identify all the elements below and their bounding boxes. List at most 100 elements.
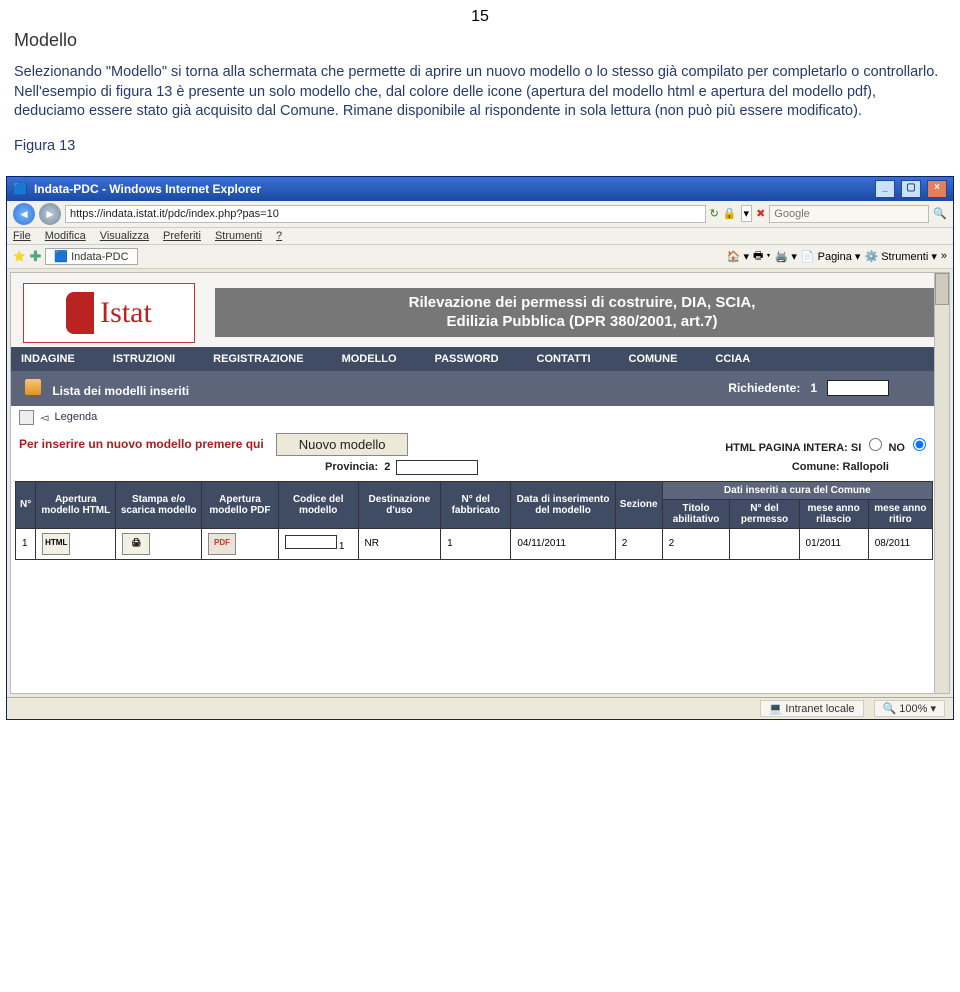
pdf-icon: PDF (208, 533, 236, 555)
menu-help[interactable]: ? (276, 230, 282, 242)
menu-modifica[interactable]: Modifica (45, 230, 86, 242)
cell-data: 04/11/2011 (511, 528, 615, 559)
col-dest: Destinazione d'uso (358, 481, 441, 528)
more-chevron-icon[interactable]: » (941, 250, 947, 262)
site-banner: Istat Rilevazione dei permessi di costru… (11, 273, 949, 347)
section-heading: Modello (14, 30, 960, 51)
cell-dest: NR (358, 528, 441, 559)
home-icon[interactable]: 🏠 ▾ (727, 250, 749, 263)
provincia-label: Provincia: (325, 461, 378, 473)
favorites-star-icon[interactable]: ★ (13, 248, 26, 265)
page-number: 15 (0, 8, 960, 26)
nav-contatti[interactable]: CONTATTI (537, 353, 591, 365)
html-intera-label: HTML PAGINA INTERA: (725, 442, 848, 454)
legend-checkbox-icon[interactable] (19, 410, 34, 425)
menu-bar: File Modifica Visualizza Preferiti Strum… (7, 228, 953, 245)
browser-window: 🟦 Indata-PDC - Windows Internet Explorer… (6, 176, 954, 720)
models-table: N° Apertura modello HTML Stampa e/o scar… (15, 481, 933, 560)
cell-codice: 1 (278, 528, 358, 559)
menu-file[interactable]: File (13, 230, 31, 242)
richiedente-blank (827, 380, 889, 396)
nav-cciaa[interactable]: CCIAA (715, 353, 750, 365)
zoom-icon[interactable]: 🔍 (883, 703, 897, 715)
refresh-icon[interactable]: ↻ (710, 207, 719, 220)
col-rilascio: mese anno rilascio (799, 499, 868, 528)
nav-comune[interactable]: COMUNE (629, 353, 678, 365)
col-data: Data di inserimento del modello (511, 481, 615, 528)
col-fabb: N° del fabbricato (441, 481, 511, 528)
cell-open-html[interactable]: HTML (36, 528, 116, 559)
tab-title: Indata-PDC (71, 251, 128, 263)
col-npermesso: N° del permesso (730, 499, 799, 528)
page-menu[interactable]: 📄 Pagina ▾ (801, 250, 861, 263)
provincia-prefix: 2 (384, 461, 390, 473)
html-icon: HTML (42, 533, 70, 555)
menu-strumenti[interactable]: Strumenti (215, 230, 262, 242)
internet-icon: 💻 (769, 703, 783, 715)
tabs-row: ★ ✚ 🟦 Indata-PDC 🏠 ▾ 🖶 ▾ 🖨️ ▾ 📄 Pagina ▾… (7, 245, 953, 269)
radio-si[interactable] (869, 438, 882, 451)
window-title: Indata-PDC - Windows Internet Explorer (34, 182, 261, 196)
address-input[interactable]: https://indata.istat.it/pdc/index.php?pa… (65, 205, 706, 223)
cell-print[interactable]: 🖨 (116, 528, 202, 559)
print-icon[interactable]: 🖨️ ▾ (775, 250, 797, 263)
radio-no-label: NO (888, 442, 905, 454)
stop-icon[interactable]: ✖ (756, 207, 765, 220)
vertical-scrollbar[interactable] (934, 273, 949, 693)
cell-open-pdf[interactable]: PDF (202, 528, 279, 559)
close-button[interactable]: × (927, 180, 947, 198)
richiedente-label: Richiedente: (728, 381, 800, 395)
legend-label[interactable]: Legenda (54, 411, 97, 423)
col-ritiro: mese anno ritiro (868, 499, 932, 528)
tab-favicon-icon: 🟦 (54, 251, 68, 263)
cell-titolo: 2 (662, 528, 730, 559)
cell-n: 1 (16, 528, 36, 559)
zoom-value: 100% (899, 703, 927, 715)
legend-row: ◅ Legenda (11, 406, 949, 429)
cell-fabb: 1 (441, 528, 511, 559)
forward-button[interactable]: ► (39, 203, 61, 225)
page-content: Istat Rilevazione dei permessi di costru… (10, 272, 950, 694)
tools-menu[interactable]: ⚙️ Strumenti ▾ (864, 250, 936, 263)
cell-sezione: 2 (615, 528, 662, 559)
minimize-button[interactable]: _ (875, 180, 895, 198)
figure-label: Figura 13 (14, 138, 946, 154)
insert-row: Per inserire un nuovo modello premere qu… (11, 429, 949, 460)
comune-label: Comune: (792, 461, 840, 473)
lock-icon: 🔒 (723, 207, 737, 220)
comune-value: Rallopoli (843, 461, 889, 473)
col-pdf: Apertura modello PDF (202, 481, 279, 528)
add-favorite-icon[interactable]: ✚ (30, 248, 42, 265)
menu-preferiti[interactable]: Preferiti (163, 230, 201, 242)
insert-instruction: Per inserire un nuovo modello premere qu… (19, 437, 264, 451)
cell-rilascio: 01/2011 (799, 528, 868, 559)
feeds-icon[interactable]: 🖶 ▾ (753, 247, 771, 266)
address-bar-row: ◄ ► https://indata.istat.it/pdc/index.ph… (7, 201, 953, 228)
printer-icon: 🖨 (122, 533, 150, 555)
site-nav: INDAGINE ISTRUZIONI REGISTRAZIONE MODELL… (11, 347, 949, 371)
search-engine-dropdown[interactable]: ▾ (741, 205, 753, 222)
nav-password[interactable]: PASSWORD (435, 353, 499, 365)
maximize-button[interactable]: ▢ (901, 180, 921, 198)
nav-istruzioni[interactable]: ISTRUZIONI (113, 353, 175, 365)
nav-modello[interactable]: MODELLO (342, 353, 397, 365)
col-html: Apertura modello HTML (36, 481, 116, 528)
istat-logo: Istat (23, 283, 195, 343)
col-group-comune: Dati inseriti a cura del Comune (662, 481, 932, 499)
search-go-icon[interactable]: 🔍 (933, 207, 947, 220)
nav-indagine[interactable]: INDAGINE (21, 353, 75, 365)
search-input[interactable] (769, 205, 929, 223)
banner-title: Rilevazione dei permessi di costruire, D… (215, 288, 949, 338)
back-button[interactable]: ◄ (13, 203, 35, 225)
radio-no[interactable] (913, 438, 926, 451)
window-titlebar: 🟦 Indata-PDC - Windows Internet Explorer… (7, 177, 953, 201)
legend-arrow-icon: ◅ (40, 411, 48, 424)
menu-visualizza[interactable]: Visualizza (100, 230, 149, 242)
col-titolo: Titolo abilitativo (662, 499, 730, 528)
nav-registrazione[interactable]: REGISTRAZIONE (213, 353, 303, 365)
col-stampa: Stampa e/o scarica modello (116, 481, 202, 528)
provincia-row: Provincia: 2 Comune: Rallopoli (11, 460, 949, 481)
nuovo-modello-button[interactable]: Nuovo modello (276, 433, 409, 456)
zone-label: Intranet locale (785, 703, 854, 715)
browser-tab[interactable]: 🟦 Indata-PDC (45, 248, 137, 265)
